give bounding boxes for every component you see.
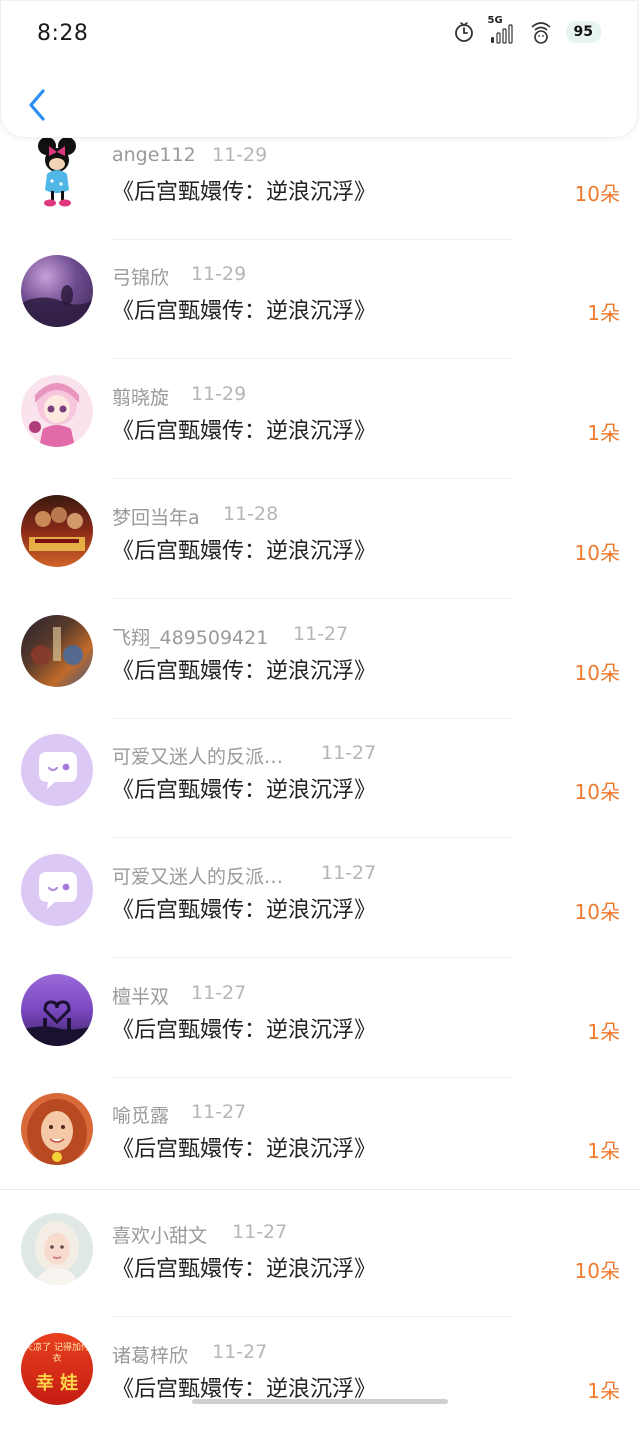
list-item[interactable]: 弓锦欣 11-29 《后宫甄嬛传：逆浪沉浮》 1朵 xyxy=(0,239,640,359)
book-title: 《后宫甄嬛传：逆浪沉浮》 xyxy=(112,539,377,564)
book-title: 《后宫甄嬛传：逆浪沉浮》 xyxy=(112,180,377,205)
default-chat-avatar[interactable] xyxy=(21,734,93,806)
minnie-mouse-avatar[interactable] xyxy=(21,136,93,208)
movie-poster-avatar[interactable] xyxy=(21,495,93,567)
list-item[interactable]: 天凉了 记得加件衣 幸 娃 诸葛梓欣 11-27 《后宫甄嬛传：逆浪沉浮》 1朵 xyxy=(0,1317,640,1437)
network-label: 5G xyxy=(487,15,503,26)
flower-count: 1朵 xyxy=(587,301,620,325)
item-meta: ange112 11-29 xyxy=(112,144,442,166)
item-date: 11-29 xyxy=(191,383,247,405)
purple-landscape-avatar[interactable] xyxy=(21,255,93,327)
alarm-icon xyxy=(452,20,476,44)
book-title: 《后宫甄嬛传：逆浪沉浮》 xyxy=(112,1257,377,1282)
book-title: 《后宫甄嬛传：逆浪沉浮》 xyxy=(112,1137,377,1162)
user-name[interactable]: 弓锦欣 xyxy=(112,267,169,289)
book-title: 《后宫甄嬛传：逆浪沉浮》 xyxy=(112,419,377,444)
item-meta: 弓锦欣 11-29 xyxy=(112,263,442,290)
list-item[interactable]: 檀半双 11-27 《后宫甄嬛传：逆浪沉浮》 1朵 xyxy=(0,958,640,1078)
item-date: 11-27 xyxy=(191,1101,247,1123)
flower-count: 10朵 xyxy=(574,541,620,565)
flower-count: 10朵 xyxy=(574,1259,620,1283)
flower-count: 1朵 xyxy=(587,1379,620,1403)
user-name[interactable]: 可爱又迷人的反派… xyxy=(112,866,283,888)
item-date: 11-28 xyxy=(223,503,279,525)
list-item[interactable]: 翦晓旋 11-29 《后宫甄嬛传：逆浪沉浮》 1朵 xyxy=(0,359,640,479)
book-title: 《后宫甄嬛传：逆浪沉浮》 xyxy=(112,1018,377,1043)
user-name[interactable]: 诸葛梓欣 xyxy=(112,1345,188,1367)
avatar-caption-big: 幸 娃 xyxy=(35,1373,79,1394)
heart-hands-avatar[interactable] xyxy=(21,974,93,1046)
back-button[interactable] xyxy=(19,85,55,125)
anime-girl-avatar[interactable] xyxy=(21,375,93,447)
red-hair-woman-avatar[interactable] xyxy=(21,1093,93,1165)
list-item[interactable]: 飞翔_489509421 11-27 《后宫甄嬛传：逆浪沉浮》 10朵 xyxy=(0,599,640,719)
user-name[interactable]: 梦回当年a xyxy=(112,507,200,529)
user-name[interactable]: 飞翔_489509421 xyxy=(112,627,268,649)
item-meta: 诸葛梓欣 11-27 xyxy=(112,1341,442,1368)
user-name[interactable]: 喜欢小甜文 xyxy=(112,1225,207,1247)
fantasy-poster-avatar[interactable] xyxy=(21,615,93,687)
book-title: 《后宫甄嬛传：逆浪沉浮》 xyxy=(112,898,377,923)
default-chat-avatar[interactable] xyxy=(21,854,93,926)
book-title: 《后宫甄嬛传：逆浪沉浮》 xyxy=(112,659,377,684)
list-item[interactable]: ange112 11-29 《后宫甄嬛传：逆浪沉浮》 10朵 xyxy=(0,120,640,240)
flower-count: 1朵 xyxy=(587,1020,620,1044)
list-item[interactable]: 喻觅露 11-27 《后宫甄嬛传：逆浪沉浮》 1朵 xyxy=(0,1077,640,1197)
list-item[interactable]: 喜欢小甜文 11-27 《后宫甄嬛传：逆浪沉浮》 10朵 xyxy=(0,1197,640,1317)
chevron-left-icon xyxy=(29,89,45,121)
header-bar: 8:28 5G 95 xyxy=(0,0,638,138)
battery-icon: 95 xyxy=(565,21,601,43)
item-meta: 梦回当年a 11-28 xyxy=(112,503,442,530)
user-name[interactable]: 翦晓旋 xyxy=(112,387,169,409)
list-item[interactable]: 可爱又迷人的反派… 11-27 《后宫甄嬛传：逆浪沉浮》 10朵 xyxy=(0,838,640,958)
item-meta: 可爱又迷人的反派… 11-27 xyxy=(112,862,442,889)
home-indicator[interactable] xyxy=(192,1399,448,1404)
flower-count: 10朵 xyxy=(574,182,620,206)
item-date: 11-29 xyxy=(212,144,268,166)
item-date: 11-29 xyxy=(191,263,247,285)
red-card-avatar[interactable]: 天凉了 记得加件衣 幸 娃 xyxy=(21,1333,93,1405)
item-date: 11-27 xyxy=(232,1221,288,1243)
book-title: 《后宫甄嬛传：逆浪沉浮》 xyxy=(112,299,377,324)
list-item[interactable]: 梦回当年a 11-28 《后宫甄嬛传：逆浪沉浮》 10朵 xyxy=(0,479,640,599)
item-date: 11-27 xyxy=(321,742,377,764)
user-name[interactable]: 喻觅露 xyxy=(112,1105,169,1127)
book-title: 《后宫甄嬛传：逆浪沉浮》 xyxy=(112,778,377,803)
item-date: 11-27 xyxy=(293,623,349,645)
flower-count: 1朵 xyxy=(587,1139,620,1163)
user-name[interactable]: 檀半双 xyxy=(112,986,169,1008)
item-meta: 喻觅露 11-27 xyxy=(112,1101,442,1128)
illustrated-girl-avatar[interactable] xyxy=(21,1213,93,1285)
section-divider xyxy=(0,1189,640,1190)
avatar-caption: 天凉了 记得加件衣 xyxy=(24,1343,90,1364)
item-meta: 檀半双 11-27 xyxy=(112,982,442,1009)
item-meta: 翦晓旋 11-29 xyxy=(112,383,442,410)
item-date: 11-27 xyxy=(321,862,377,884)
wifi-icon xyxy=(528,19,554,45)
flower-count: 1朵 xyxy=(587,421,620,445)
status-time: 8:28 xyxy=(37,21,89,46)
list-item[interactable]: 可爱又迷人的反派… 11-27 《后宫甄嬛传：逆浪沉浮》 10朵 xyxy=(0,718,640,838)
user-name[interactable]: ange112 xyxy=(112,144,196,166)
flower-count: 10朵 xyxy=(574,900,620,924)
item-meta: 飞翔_489509421 11-27 xyxy=(112,623,442,650)
status-icons: 5G 95 xyxy=(452,15,601,45)
signal-icon: 5G xyxy=(488,15,516,45)
item-meta: 喜欢小甜文 11-27 xyxy=(112,1221,442,1248)
user-name[interactable]: 可爱又迷人的反派… xyxy=(112,746,283,768)
item-date: 11-27 xyxy=(212,1341,268,1363)
item-date: 11-27 xyxy=(191,982,247,1004)
flower-count: 10朵 xyxy=(574,661,620,685)
flower-count: 10朵 xyxy=(574,780,620,804)
item-meta: 可爱又迷人的反派… 11-27 xyxy=(112,742,442,769)
